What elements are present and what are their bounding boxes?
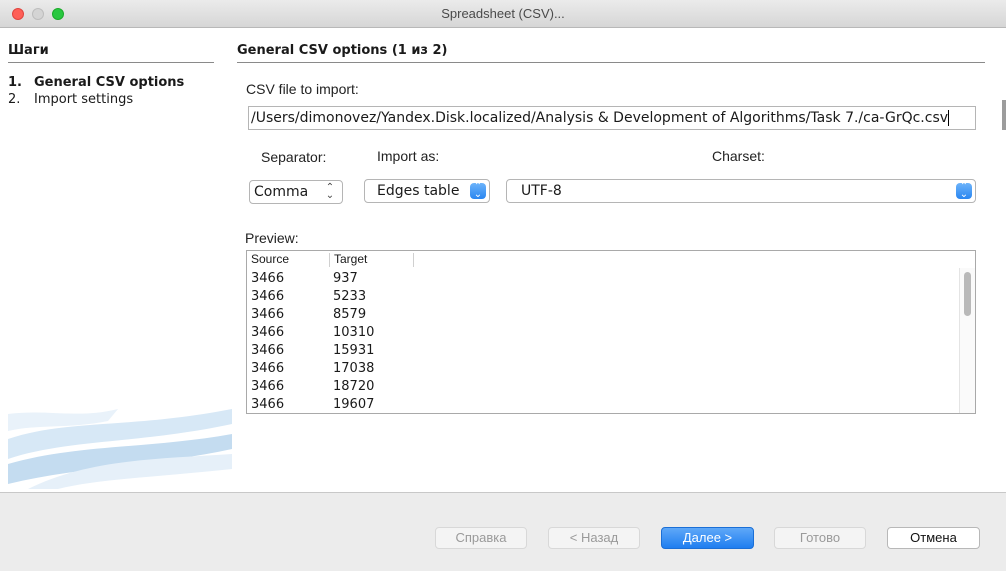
column-divider	[329, 253, 330, 267]
finish-button[interactable]: Готово	[774, 527, 866, 549]
chevron-updown-icon: ⌃ ⌄	[956, 182, 972, 200]
preview-table[interactable]: Source Target 3466 937 3466 5233 3466 8579 …	[246, 250, 976, 414]
cell-source: 3466	[251, 271, 285, 286]
next-button[interactable]: Далее >	[661, 527, 754, 549]
cell-target: 5233	[333, 289, 367, 304]
charset-value: UTF-8	[521, 183, 562, 199]
cell-target: 8579	[333, 307, 367, 322]
cell-source: 3466	[251, 361, 285, 376]
preview-vertical-scrollbar[interactable]	[959, 268, 975, 413]
step-label: General CSV options	[34, 75, 185, 90]
preview-label: Preview:	[245, 230, 299, 246]
text-cursor	[948, 110, 950, 126]
title-bar: Spreadsheet (CSV)...	[0, 0, 1006, 28]
column-header-source[interactable]: Source	[251, 251, 289, 268]
step-number: 1.	[8, 75, 22, 90]
separator-label: Separator:	[261, 149, 327, 165]
main-panel: General CSV options (1 из 2) CSV file to…	[232, 34, 1006, 489]
import-as-value: Edges table	[377, 183, 460, 199]
window-edge-fragment	[1002, 100, 1006, 130]
cell-source: 3466	[251, 289, 285, 304]
scrollbar-thumb[interactable]	[964, 272, 971, 316]
charset-select[interactable]: UTF-8 ⌃ ⌄	[506, 179, 976, 203]
chevron-updown-icon: ⌃ ⌄	[470, 182, 486, 200]
step-item-general-csv-options[interactable]: 1. General CSV options	[8, 74, 184, 91]
csv-file-path-field[interactable]: /Users/dimonovez/Yandex.Disk.localized/A…	[248, 106, 976, 130]
chevron-updown-icon: ⌃ ⌄	[325, 182, 335, 201]
wizard-footer: Справка < Назад Далее > Готово Отмена	[0, 492, 1006, 571]
steps-heading: Шаги	[8, 43, 214, 63]
steps-panel: Шаги 1. General CSV options 2. Import sett…	[8, 34, 232, 489]
cell-target: 17038	[333, 361, 375, 376]
import-as-label: Import as:	[377, 148, 440, 164]
cell-source: 3466	[251, 325, 285, 340]
import-as-select[interactable]: Edges table ⌃ ⌄	[364, 179, 490, 203]
cell-source: 3466	[251, 307, 285, 322]
cell-target: 10310	[333, 325, 375, 340]
step-label: Import settings	[34, 92, 134, 107]
step-number: 2.	[8, 92, 21, 107]
cell-source: 3466	[251, 379, 285, 394]
csv-file-path-text: /Users/dimonovez/Yandex.Disk.localized/A…	[251, 110, 949, 126]
csv-file-label: CSV file to import:	[246, 81, 359, 97]
cell-source: 3466	[251, 397, 285, 412]
step-item-import-settings[interactable]: 2. Import settings	[8, 91, 184, 108]
cell-source: 3466	[251, 343, 285, 358]
back-button[interactable]: < Назад	[548, 527, 640, 549]
cell-target: 15931	[333, 343, 375, 358]
separator-value: Comma	[254, 184, 309, 200]
separator-select[interactable]: Comma ⌃ ⌄	[249, 180, 343, 204]
charset-label: Charset:	[712, 148, 765, 164]
cell-target: 18720	[333, 379, 375, 394]
column-divider	[413, 253, 414, 267]
column-header-target[interactable]: Target	[334, 251, 367, 268]
steps-list: 1. General CSV options 2. Import settings	[8, 74, 184, 108]
cancel-button[interactable]: Отмена	[887, 527, 980, 549]
page-title: General CSV options (1 из 2)	[237, 43, 985, 63]
cell-target: 19607	[333, 397, 375, 412]
wizard-decoration-graphic	[8, 409, 232, 489]
help-button[interactable]: Справка	[435, 527, 527, 549]
window-title: Spreadsheet (CSV)...	[441, 6, 565, 21]
cell-target: 937	[333, 271, 358, 286]
